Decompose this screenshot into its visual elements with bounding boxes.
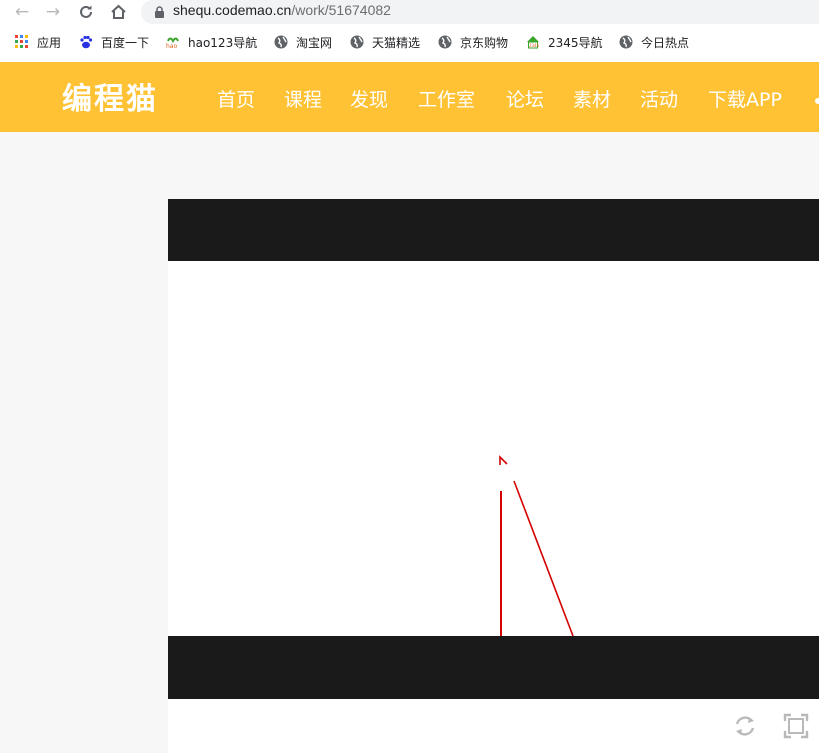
player-bottom-bar xyxy=(168,636,819,699)
forward-icon[interactable]: → xyxy=(42,2,64,22)
url-text: shequ.codemao.cn/work/51674082 xyxy=(173,2,391,18)
url-host: shequ.codemao.cn xyxy=(173,2,292,18)
bookmark-apps[interactable]: 应用 xyxy=(15,34,61,52)
baidu-paw-icon xyxy=(80,35,93,49)
nav-home[interactable]: 首页 xyxy=(217,85,255,112)
address-row: ← → shequ.codemao.cn/work/51674082 xyxy=(0,0,819,25)
hao123-icon: hao xyxy=(166,37,179,49)
site-logo[interactable]: 编程猫 xyxy=(62,74,158,118)
reload-icon[interactable] xyxy=(75,2,97,22)
browser-chrome: ← → shequ.codemao.cn/work/51674082 应用 百度… xyxy=(0,0,819,62)
nav-download-app[interactable]: 下载APP xyxy=(708,85,782,112)
bookmark-taobao[interactable]: 淘宝网 xyxy=(274,34,332,52)
nav-events[interactable]: 活动 xyxy=(640,85,678,112)
work-player xyxy=(168,199,819,753)
bookmark-2345[interactable]: 2345 2345导航 xyxy=(526,34,603,52)
bookmark-label: 2345导航 xyxy=(548,36,603,50)
svg-text:2345: 2345 xyxy=(529,43,540,48)
stage-drawing xyxy=(499,455,574,636)
site-header: 编程猫 首页 课程 发现 工作室 论坛 素材 活动 下载APP xyxy=(0,62,819,132)
bookmark-label: 淘宝网 xyxy=(296,36,333,50)
player-top-bar xyxy=(168,199,819,261)
svg-text:hao: hao xyxy=(166,43,177,49)
bookmark-hot[interactable]: 今日热点 xyxy=(619,34,689,52)
red-stroke-diagonal xyxy=(513,480,574,636)
nav-forum[interactable]: 论坛 xyxy=(506,85,544,112)
more-icon[interactable] xyxy=(815,98,819,104)
globe-icon xyxy=(438,35,452,49)
lock-icon xyxy=(155,6,164,18)
player-stage[interactable] xyxy=(168,261,819,636)
apps-grid-icon xyxy=(15,35,28,48)
bookmark-label: 应用 xyxy=(37,36,62,50)
nav-materials[interactable]: 素材 xyxy=(573,85,611,112)
nav-courses[interactable]: 课程 xyxy=(284,85,322,112)
url-path: /work/51674082 xyxy=(291,2,391,18)
globe-icon xyxy=(619,35,633,49)
home-icon[interactable] xyxy=(107,2,129,22)
red-stroke-tip xyxy=(499,455,508,465)
back-icon[interactable]: ← xyxy=(11,2,33,22)
bookmark-label: 京东购物 xyxy=(460,36,509,50)
address-bar[interactable]: shequ.codemao.cn/work/51674082 xyxy=(141,0,819,24)
restart-icon[interactable] xyxy=(732,713,758,739)
bookmark-label: 今日热点 xyxy=(641,36,690,50)
bookmark-hao123[interactable]: hao hao123导航 xyxy=(166,34,257,52)
bookmark-label: hao123导航 xyxy=(188,36,258,50)
nav-studio[interactable]: 工作室 xyxy=(418,85,475,112)
bookmark-tmall[interactable]: 天猫精选 xyxy=(350,34,420,52)
player-controls xyxy=(168,699,819,753)
bookmarks-bar: 应用 百度一下 hao hao123导航 淘宝网 天猫精选 京东购物 2345 … xyxy=(0,30,819,56)
bookmark-baidu[interactable]: 百度一下 xyxy=(79,34,149,52)
globe-icon xyxy=(274,35,288,49)
globe-icon xyxy=(350,35,364,49)
bookmark-label: 天猫精选 xyxy=(372,36,421,50)
2345-house-icon: 2345 xyxy=(527,36,540,49)
bookmark-label: 百度一下 xyxy=(101,36,150,50)
bookmark-jd[interactable]: 京东购物 xyxy=(438,34,508,52)
fullscreen-icon[interactable] xyxy=(783,713,809,739)
nav-discover[interactable]: 发现 xyxy=(350,85,388,112)
